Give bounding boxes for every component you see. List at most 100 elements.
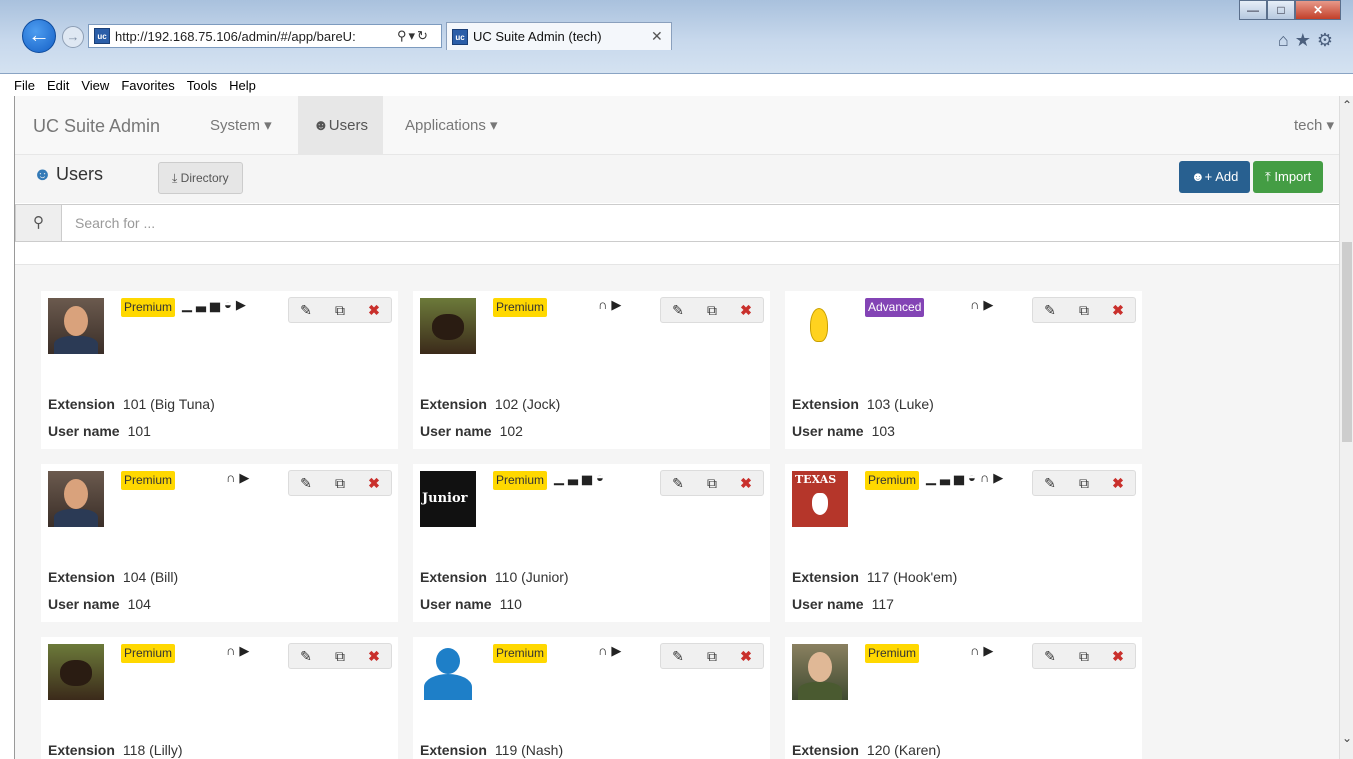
menu-favorites[interactable]: Favorites	[121, 78, 174, 93]
copy-icon[interactable]: ⧉	[701, 475, 723, 492]
play-icon[interactable]: ▶	[239, 643, 253, 658]
home-icon[interactable]: ⌂	[1278, 30, 1295, 50]
card-actions: ✎ ⧉ ✖	[1032, 643, 1136, 669]
address-bar[interactable]: uc http://192.168.75.106/admin/#/app/bar…	[88, 24, 442, 48]
user-card[interactable]: TEXAS Premium ▁▃▅◒∩▶ ✎ ⧉ ✖ Extension 117 (Hook'…	[785, 464, 1142, 622]
nav-system[interactable]: System ▾	[195, 96, 287, 155]
menu-view[interactable]: View	[81, 78, 109, 93]
menu-edit[interactable]: Edit	[47, 78, 69, 93]
delete-icon[interactable]: ✖	[735, 302, 757, 319]
user-card[interactable]: Premium ∩▶ ✎ ⧉ ✖ Extension 104 (Bill) User name…	[41, 464, 398, 622]
extension-label: Extension	[48, 569, 115, 585]
user-card[interactable]: Advanced ∩▶ ✎ ⧉ ✖ Extension 103 (Luke) User nam…	[785, 291, 1142, 449]
headset-icon[interactable]: ∩	[980, 470, 993, 485]
copy-icon[interactable]: ⧉	[1073, 648, 1095, 665]
username-row: User name 103	[792, 423, 895, 439]
copy-icon[interactable]: ⧉	[701, 302, 723, 319]
headset-icon[interactable]: ∩	[598, 643, 611, 658]
import-button[interactable]: ⤒ Import	[1253, 161, 1324, 193]
user-menu[interactable]: tech ▾	[1294, 96, 1334, 155]
minimize-icon[interactable]: —	[1239, 0, 1267, 20]
user-card[interactable]: Premium∩▶✎⧉✖Extension120 (Karen)User nam…	[785, 637, 1142, 759]
scroll-up-icon[interactable]: ⌃	[1340, 98, 1353, 112]
search-refresh-icon[interactable]: ⚲▾↻	[397, 28, 441, 44]
edit-pencil-icon[interactable]: ✎	[667, 475, 689, 492]
maximize-icon[interactable]: □	[1267, 0, 1295, 20]
navbar-brand[interactable]: UC Suite Admin	[33, 116, 160, 137]
play-icon[interactable]: ▶	[993, 470, 1007, 485]
tab-close-icon[interactable]: ✕	[651, 28, 671, 45]
nav-applications[interactable]: Applications ▾	[390, 96, 513, 155]
favorites-star-icon[interactable]: ★	[1295, 30, 1317, 50]
play-icon[interactable]: ▶	[983, 297, 997, 312]
headset-icon[interactable]: ∩	[970, 643, 983, 658]
directory-button[interactable]: ⤓ Directory	[158, 162, 243, 194]
copy-icon[interactable]: ⧉	[1073, 475, 1095, 492]
edit-pencil-icon[interactable]: ✎	[1039, 302, 1061, 319]
play-icon[interactable]: ▶	[236, 297, 250, 312]
scroll-down-icon[interactable]: ⌄	[1340, 731, 1353, 745]
edit-pencil-icon[interactable]: ✎	[1039, 475, 1061, 492]
user-card[interactable]: Premium ▁▃▅◒▶ ✎ ⧉ ✖ Extension 101 (Big Tuna) Us…	[41, 291, 398, 449]
edit-pencil-icon[interactable]: ✎	[295, 475, 317, 492]
headset-icon[interactable]: ∩	[970, 297, 983, 312]
close-icon[interactable]: ✕	[1295, 0, 1341, 20]
delete-icon[interactable]: ✖	[735, 648, 757, 665]
play-icon[interactable]: ▶	[239, 470, 253, 485]
scroll-thumb[interactable]	[1342, 242, 1352, 442]
username-label: User name	[420, 423, 492, 439]
delete-icon[interactable]: ✖	[363, 302, 385, 319]
edit-pencil-icon[interactable]: ✎	[667, 302, 689, 319]
edit-pencil-icon[interactable]: ✎	[295, 648, 317, 665]
forward-button[interactable]: →	[62, 26, 84, 48]
user-card[interactable]: Premium ∩▶ ✎ ⧉ ✖ Extension 102 (Jock) User name…	[413, 291, 770, 449]
add-user-button[interactable]: ☻+ Add	[1179, 161, 1251, 193]
edit-pencil-icon[interactable]: ✎	[667, 648, 689, 665]
dashboard-icon[interactable]: ◒	[224, 297, 236, 312]
nav-users[interactable]: ☻Users	[298, 96, 383, 155]
delete-icon[interactable]: ✖	[1107, 302, 1129, 319]
browser-tab[interactable]: uc UC Suite Admin (tech) ✕	[446, 22, 672, 50]
delete-icon[interactable]: ✖	[363, 475, 385, 492]
delete-icon[interactable]: ✖	[1107, 475, 1129, 492]
settings-gear-icon[interactable]: ⚙	[1317, 30, 1339, 50]
card-actions: ✎ ⧉ ✖	[288, 470, 392, 496]
user-card[interactable]: Premium∩▶✎⧉✖Extension119 (Nash)User name…	[413, 637, 770, 759]
stats-icon[interactable]: ▁▃▅	[182, 297, 224, 312]
copy-icon[interactable]: ⧉	[701, 648, 723, 665]
delete-icon[interactable]: ✖	[363, 648, 385, 665]
edit-pencil-icon[interactable]: ✎	[1039, 648, 1061, 665]
username-row: User name 117	[792, 596, 894, 612]
headset-icon[interactable]: ∩	[598, 297, 611, 312]
play-icon[interactable]: ▶	[611, 297, 625, 312]
headset-icon[interactable]: ∩	[226, 643, 239, 658]
play-icon[interactable]: ▶	[611, 643, 625, 658]
menu-file[interactable]: File	[14, 78, 35, 93]
delete-icon[interactable]: ✖	[1107, 648, 1129, 665]
copy-icon[interactable]: ⧉	[1073, 302, 1095, 319]
address-text[interactable]: http://192.168.75.106/admin/#/app/bareU:	[115, 29, 397, 44]
menu-help[interactable]: Help	[229, 78, 256, 93]
edit-pencil-icon[interactable]: ✎	[295, 302, 317, 319]
user-card[interactable]: Premium∩▶✎⧉✖Extension118 (Lilly)User nam…	[41, 637, 398, 759]
dashboard-icon[interactable]: ◒	[596, 470, 608, 485]
back-button[interactable]: ←	[22, 19, 56, 53]
card-actions: ✎ ⧉ ✖	[660, 643, 764, 669]
page-scrollbar[interactable]: ⌃ ⌄	[1339, 96, 1353, 759]
feature-icons: ▁▃▅◒▶	[182, 297, 250, 313]
play-icon[interactable]: ▶	[983, 643, 997, 658]
upload-icon: ⤒	[1265, 169, 1271, 184]
copy-icon[interactable]: ⧉	[329, 302, 351, 319]
browser-toolbar-icons: ⌂★⚙	[1278, 30, 1339, 51]
copy-icon[interactable]: ⧉	[329, 648, 351, 665]
headset-icon[interactable]: ∩	[226, 470, 239, 485]
user-card[interactable]: Junior Premium ▁▃▅◒ ✎ ⧉ ✖ Extension 110 (Junior…	[413, 464, 770, 622]
stats-icon[interactable]: ▁▃▅	[554, 470, 596, 485]
stats-icon[interactable]: ▁▃▅	[926, 470, 968, 485]
search-input[interactable]	[62, 205, 1332, 241]
users-icon: ☻	[33, 164, 52, 184]
copy-icon[interactable]: ⧉	[329, 475, 351, 492]
delete-icon[interactable]: ✖	[735, 475, 757, 492]
dashboard-icon[interactable]: ◒	[968, 470, 980, 485]
menu-tools[interactable]: Tools	[187, 78, 217, 93]
